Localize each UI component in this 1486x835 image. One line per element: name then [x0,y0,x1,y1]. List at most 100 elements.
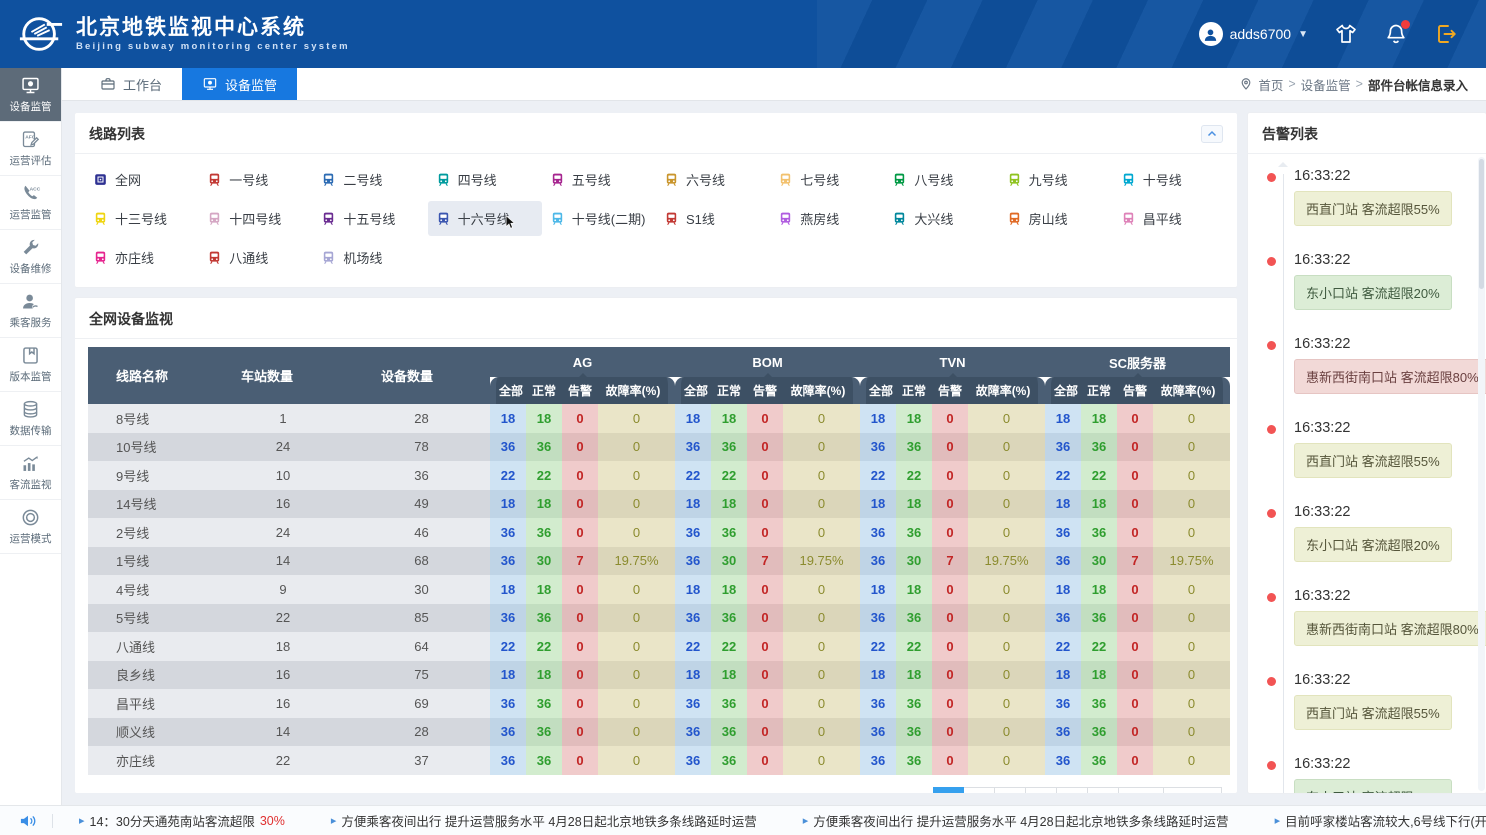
line-item-六号线[interactable]: 六号线 [656,162,770,197]
line-item-机场线[interactable]: 机场线 [313,240,427,275]
line-item-四号线[interactable]: 四号线 [428,162,542,197]
line-item-label: 机场线 [343,248,382,267]
line-item-十号线[interactable]: 十号线 [1113,162,1227,197]
line-item-亦庄线[interactable]: 亦庄线 [85,240,199,275]
line-item-昌平线[interactable]: 昌平线 [1113,201,1227,236]
line-item-二号线[interactable]: 二号线 [313,162,427,197]
breadcrumb-item[interactable]: 设备监管 [1301,75,1351,94]
sidebar-item-乘客服务[interactable]: 乘客服务 [0,284,61,338]
table-row-9号线[interactable]: 9号线1036222200222200222200222200 [88,461,1230,490]
page-button-1[interactable]: 1 [933,787,964,794]
ticker-item[interactable]: ▸方便乘客夜间出行 提升运营服务水平 4月28日起北京地铁多条线路延时运营 [331,811,757,830]
cell-AG-正常: 36 [526,689,562,718]
table-row-4号线[interactable]: 4号线930181800181800181800181800 [88,575,1230,604]
page-button-下一页[interactable]: 下一页 [1164,787,1222,794]
cell-TVN-全部: 36 [860,518,896,547]
alarm-message: 惠新西街南口站 客流超限80% [1294,611,1486,646]
wrench-icon [20,237,41,258]
table-row-2号线[interactable]: 2号线2446363600363600363600363600 [88,518,1230,547]
cell-device-count: 30 [353,575,490,604]
alarm-entry: 16:33:22西直门站 客流超限55% [1294,420,1476,478]
table-row-10号线[interactable]: 10号线2478363600363600363600363600 [88,433,1230,462]
table-row-顺义线[interactable]: 顺义线1428363600363600363600363600 [88,718,1230,747]
page-button-4[interactable]: 4 [1026,787,1057,794]
line-item-十五号线[interactable]: 十五号线 [313,201,427,236]
line-item-七号线[interactable]: 七号线 [770,162,884,197]
line-item-房山线[interactable]: 房山线 [999,201,1113,236]
subcolumn-header-全部: 全部 [490,377,526,404]
line-item-大兴线[interactable]: 大兴线 [884,201,998,236]
line-item-十四号线[interactable]: 十四号线 [199,201,313,236]
table-row-5号线[interactable]: 5号线2285363600363600363600363600 [88,604,1230,633]
sidebar-item-版本监管[interactable]: 版本监管 [0,338,61,392]
ticker-item[interactable]: ▸目前呼家楼站客流较大,6号线下行(开往海淀五路居方向)在呼家楼站采取部分在呼家… [1275,811,1486,830]
ticker-item[interactable]: ▸方便乘客夜间出行 提升运营服务水平 4月28日起北京地铁多条线路延时运营 [803,811,1229,830]
alarm-dot-icon [1267,257,1276,266]
cell-device-count: 37 [353,746,490,775]
table-row-亦庄线[interactable]: 亦庄线2237363600363600363600363600 [88,746,1230,775]
cell-BOM-告警: 0 [747,575,783,604]
cell-TVN-故障率(%): 0 [968,461,1045,490]
sidebar-item-设备监管[interactable]: 设备监管 [0,68,61,122]
line-item-全网[interactable]: 全网 [85,162,199,197]
cell-BOM-告警: 0 [747,604,783,633]
cell-station-count: 9 [213,575,353,604]
cell-BOM-正常: 36 [711,718,747,747]
breadcrumb-item[interactable]: 首页 [1258,75,1283,94]
sidebar-item-运营监管[interactable]: ACC运营监管 [0,176,61,230]
logout-icon[interactable] [1434,22,1458,46]
cell-BOM-告警: 0 [747,718,783,747]
line-item-九号线[interactable]: 九号线 [999,162,1113,197]
alarm-list[interactable]: 16:33:22西直门站 客流超限55%16:33:22东小口站 客流超限20%… [1248,154,1486,793]
notification-icon[interactable] [1384,22,1408,46]
line-item-八通线[interactable]: 八通线 [199,240,313,275]
cell-TVN-告警: 0 [932,718,968,747]
alarm-scrollbar[interactable] [1478,157,1485,791]
tab-设备监管[interactable]: 设备监管 [182,68,297,100]
train-icon [778,211,793,226]
page-button-2[interactable]: 2 [964,787,995,794]
table-row-良乡线[interactable]: 良乡线1675181800181800181800181800 [88,661,1230,690]
page-button-末页[interactable]: 末页 [1119,787,1164,794]
ticker-item[interactable]: ▸14：30分天通苑南站客流超限30% [79,811,285,830]
line-item-八号线[interactable]: 八号线 [884,162,998,197]
sidebar-item-设备维修[interactable]: 设备维修 [0,230,61,284]
cell-SC服务器-正常: 36 [1081,433,1117,462]
line-item-一号线[interactable]: 一号线 [199,162,313,197]
sidebar-item-数据传输[interactable]: 数据传输 [0,392,61,446]
table-row-8号线[interactable]: 8号线128181800181800181800181800 [88,404,1230,433]
cell-SC服务器-正常: 30 [1081,547,1117,576]
line-item-十号线(二期)[interactable]: 十号线(二期) [542,201,656,236]
line-item-十三号线[interactable]: 十三号线 [85,201,199,236]
tab-工作台[interactable]: 工作台 [80,68,182,100]
collapse-panel-button[interactable] [1201,125,1223,143]
cell-SC服务器-故障率(%): 0 [1153,490,1230,519]
sidebar-item-运营模式[interactable]: 运营模式 [0,500,61,554]
table-row-1号线[interactable]: 1号线14683630719.75%3630719.75%3630719.75%… [88,547,1230,576]
line-item-十六号线[interactable]: 十六号线 [428,201,542,236]
cell-TVN-全部: 36 [860,746,896,775]
table-row-昌平线[interactable]: 昌平线1669363600363600363600363600 [88,689,1230,718]
sidebar-item-客流监视[interactable]: 客流监视 [0,446,61,500]
alarm-entry: 16:33:22惠新西街南口站 客流超限80% [1294,336,1476,394]
cell-AG-全部: 18 [490,404,526,433]
line-item-五号线[interactable]: 五号线 [542,162,656,197]
theme-icon[interactable] [1334,22,1358,46]
table-row-八通线[interactable]: 八通线1864222200222200222200222200 [88,632,1230,661]
page-button-5[interactable]: 5 [1057,787,1088,794]
cell-TVN-故障率(%): 0 [968,433,1045,462]
cell-AG-告警: 0 [562,632,598,661]
notification-badge [1401,20,1410,29]
page-button-3[interactable]: 3 [995,787,1026,794]
sidebar-item-运营评估[interactable]: AFC运营评估 [0,122,61,176]
line-item-label: 燕房线 [800,209,839,228]
cell-TVN-正常: 36 [896,433,932,462]
line-item-燕房线[interactable]: 燕房线 [770,201,884,236]
cell-TVN-全部: 18 [860,404,896,433]
cell-TVN-故障率(%): 19.75% [968,547,1045,576]
page-button-...[interactable]: ... [1088,787,1119,794]
line-item-S1线[interactable]: S1线 [656,201,770,236]
cell-TVN-正常: 22 [896,461,932,490]
user-menu[interactable]: adds6700 ▼ [1199,22,1308,46]
table-row-14号线[interactable]: 14号线1649181800181800181800181800 [88,490,1230,519]
